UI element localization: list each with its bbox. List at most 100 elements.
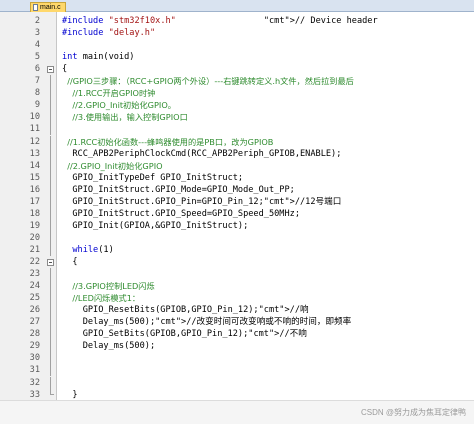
code-text: //3.GPIO控制LED闪烁: [62, 281, 155, 292]
line-number: 12: [29, 136, 40, 147]
line-number: 13: [29, 148, 40, 159]
line-number: 10: [29, 112, 40, 123]
line-number: 2: [34, 16, 40, 26]
code-line[interactable]: 17 GPIO_InitStruct.GPIO_Pin=GPIO_Pin_12;…: [0, 195, 474, 208]
code-text: #include "stm32f10x.h" "cmt">// Device h…: [62, 16, 378, 26]
code-line[interactable]: 16 GPIO_InitStruct.GPIO_Mode=GPIO_Mode_O…: [0, 183, 474, 196]
line-number: 23: [29, 269, 40, 280]
code-line[interactable]: 4: [0, 39, 474, 51]
line-number: 29: [29, 341, 40, 352]
fold-collapse-icon[interactable]: [47, 259, 54, 266]
code-line[interactable]: 5 int main(void): [0, 51, 474, 63]
code-text: //GPIO三步骤：（RCC+GPIO两个外设）---右键跳转定义.h文件，然后…: [62, 76, 354, 87]
fold-guide: [50, 280, 51, 293]
code-line[interactable]: 14 //2.GPIO_Init初始化GPIO: [0, 159, 474, 172]
fold-guide: [50, 123, 51, 136]
fold-collapse-icon[interactable]: [47, 66, 54, 74]
fold-guide: [50, 99, 51, 112]
code-line[interactable]: 15 GPIO_InitTypeDef GPIO_InitStruct;: [0, 171, 474, 184]
code-line[interactable]: 12 //1.RCC初始化函数---蜂鸣器使用的是PB口，改为GPIOB: [0, 135, 474, 148]
code-text: GPIO_InitStruct.GPIO_Pin=GPIO_Pin_12;"cm…: [62, 196, 342, 207]
fold-guide: [50, 268, 51, 281]
fold-guide: [50, 111, 51, 124]
line-number: 20: [29, 232, 40, 243]
code-line[interactable]: 2 #include "stm32f10x.h" "cmt">// Device …: [0, 15, 474, 27]
code-line[interactable]: 26 GPIO_ResetBits(GPIOB,GPIO_Pin_12);"cm…: [0, 304, 474, 317]
code-line[interactable]: 18 GPIO_InitStruct.GPIO_Speed=GPIO_Speed…: [0, 207, 474, 220]
line-number: 28: [29, 329, 40, 340]
code-text: GPIO_InitStruct.GPIO_Mode=GPIO_Mode_Out_…: [62, 184, 295, 195]
code-text: Delay_ms(500);"cmt">//改变时间可改变响或不响的时间，即频率: [62, 317, 352, 328]
code-line[interactable]: 33 }: [0, 388, 474, 401]
code-text: #include "delay.h": [62, 28, 156, 39]
line-number: 3: [34, 28, 40, 39]
code-text: {: [62, 64, 68, 75]
code-text: //LED闪烁模式1：: [62, 293, 141, 304]
code-editor[interactable]: 2 #include "stm32f10x.h" "cmt">// Device …: [0, 12, 474, 424]
code-text: Delay_ms(500);: [62, 341, 156, 352]
code-line[interactable]: 22 {: [0, 256, 474, 268]
line-number: 5: [34, 52, 40, 63]
code-text: //2.GPIO_Init初始化GPIO: [62, 160, 163, 171]
code-text: int main(void): [62, 52, 135, 63]
code-line[interactable]: 20: [0, 231, 474, 244]
code-line[interactable]: 29 Delay_ms(500);: [0, 340, 474, 353]
fold-guide: [50, 195, 51, 208]
code-line[interactable]: 6{: [0, 63, 474, 75]
code-line[interactable]: 9 //2.GPIO_Init初始化GPIO。: [0, 99, 474, 112]
code-line[interactable]: 19 GPIO_Init(GPIOA,&GPIO_InitStruct);: [0, 219, 474, 232]
fold-guide: [50, 171, 51, 184]
code-line[interactable]: 24 //3.GPIO控制LED闪烁: [0, 280, 474, 293]
line-number: 31: [29, 365, 40, 376]
fold-guide: [50, 364, 51, 377]
fold-guide: [50, 304, 51, 317]
code-line[interactable]: 23: [0, 268, 474, 281]
watermark: CSDN @努力成为焦耳定律鸭: [360, 408, 466, 417]
code-line[interactable]: 31: [0, 364, 474, 377]
code-text: GPIO_ResetBits(GPIOB,GPIO_Pin_12);"cmt">…: [62, 305, 309, 316]
status-bar: CSDN @努力成为焦耳定律鸭: [0, 400, 474, 424]
code-line[interactable]: 28 GPIO_SetBits(GPIOB,GPIO_Pin_12);"cmt"…: [0, 328, 474, 341]
fold-guide: [50, 376, 51, 389]
code-line[interactable]: 13 RCC_APB2PeriphClockCmd(RCC_APB2Periph…: [0, 147, 474, 160]
c-file-icon: [33, 4, 38, 11]
code-text: {: [62, 257, 78, 267]
fold-guide: [50, 147, 51, 160]
fold-guide: [50, 87, 51, 100]
code-line[interactable]: 21 while(1): [0, 243, 474, 256]
code-text: GPIO_InitTypeDef GPIO_InitStruct;: [62, 172, 244, 183]
fold-guide: [50, 159, 51, 172]
code-text: GPIO_SetBits(GPIOB,GPIO_Pin_12);"cmt">//…: [62, 329, 307, 340]
code-line[interactable]: 7 //GPIO三步骤：（RCC+GPIO两个外设）---右键跳转定义.h文件，…: [0, 75, 474, 88]
code-line[interactable]: 30: [0, 352, 474, 365]
line-number: 22: [29, 257, 40, 267]
line-number: 24: [29, 281, 40, 292]
line-number: 9: [34, 100, 40, 111]
code-text: //3.使用输出，输入控制GPIO口: [62, 112, 188, 123]
line-number: 14: [29, 160, 40, 171]
tab-main-c[interactable]: main.c: [30, 2, 66, 12]
line-number: 25: [29, 293, 40, 304]
code-line[interactable]: 11: [0, 123, 474, 136]
code-text: GPIO_Init(GPIOA,&GPIO_InitStruct);: [62, 220, 249, 231]
line-number: 15: [29, 172, 40, 183]
line-number: 33: [29, 389, 40, 400]
fold-guide: [50, 352, 51, 365]
fold-guide: [50, 75, 51, 88]
line-number: 11: [29, 124, 40, 135]
code-line[interactable]: 32: [0, 376, 474, 389]
fold-guide: [50, 316, 51, 329]
code-text: //1.RCC初始化函数---蜂鸣器使用的是PB口，改为GPIOB: [62, 136, 274, 147]
code-line[interactable]: 3 #include "delay.h": [0, 27, 474, 39]
code-line[interactable]: 8 //1.RCC开启GPIO时钟: [0, 87, 474, 100]
line-number: 16: [29, 184, 40, 195]
code-text: //2.GPIO_Init初始化GPIO。: [62, 100, 176, 111]
code-text: while(1): [72, 244, 114, 255]
code-line[interactable]: 27 Delay_ms(500);"cmt">//改变时间可改变响或不响的时间，…: [0, 316, 474, 329]
code-line[interactable]: 25 //LED闪烁模式1：: [0, 292, 474, 305]
fold-guide: [50, 231, 51, 244]
fold-guide: [50, 292, 51, 305]
line-number: 32: [29, 377, 40, 388]
line-number: 6: [34, 64, 40, 75]
code-line[interactable]: 10 //3.使用输出，输入控制GPIO口: [0, 111, 474, 124]
